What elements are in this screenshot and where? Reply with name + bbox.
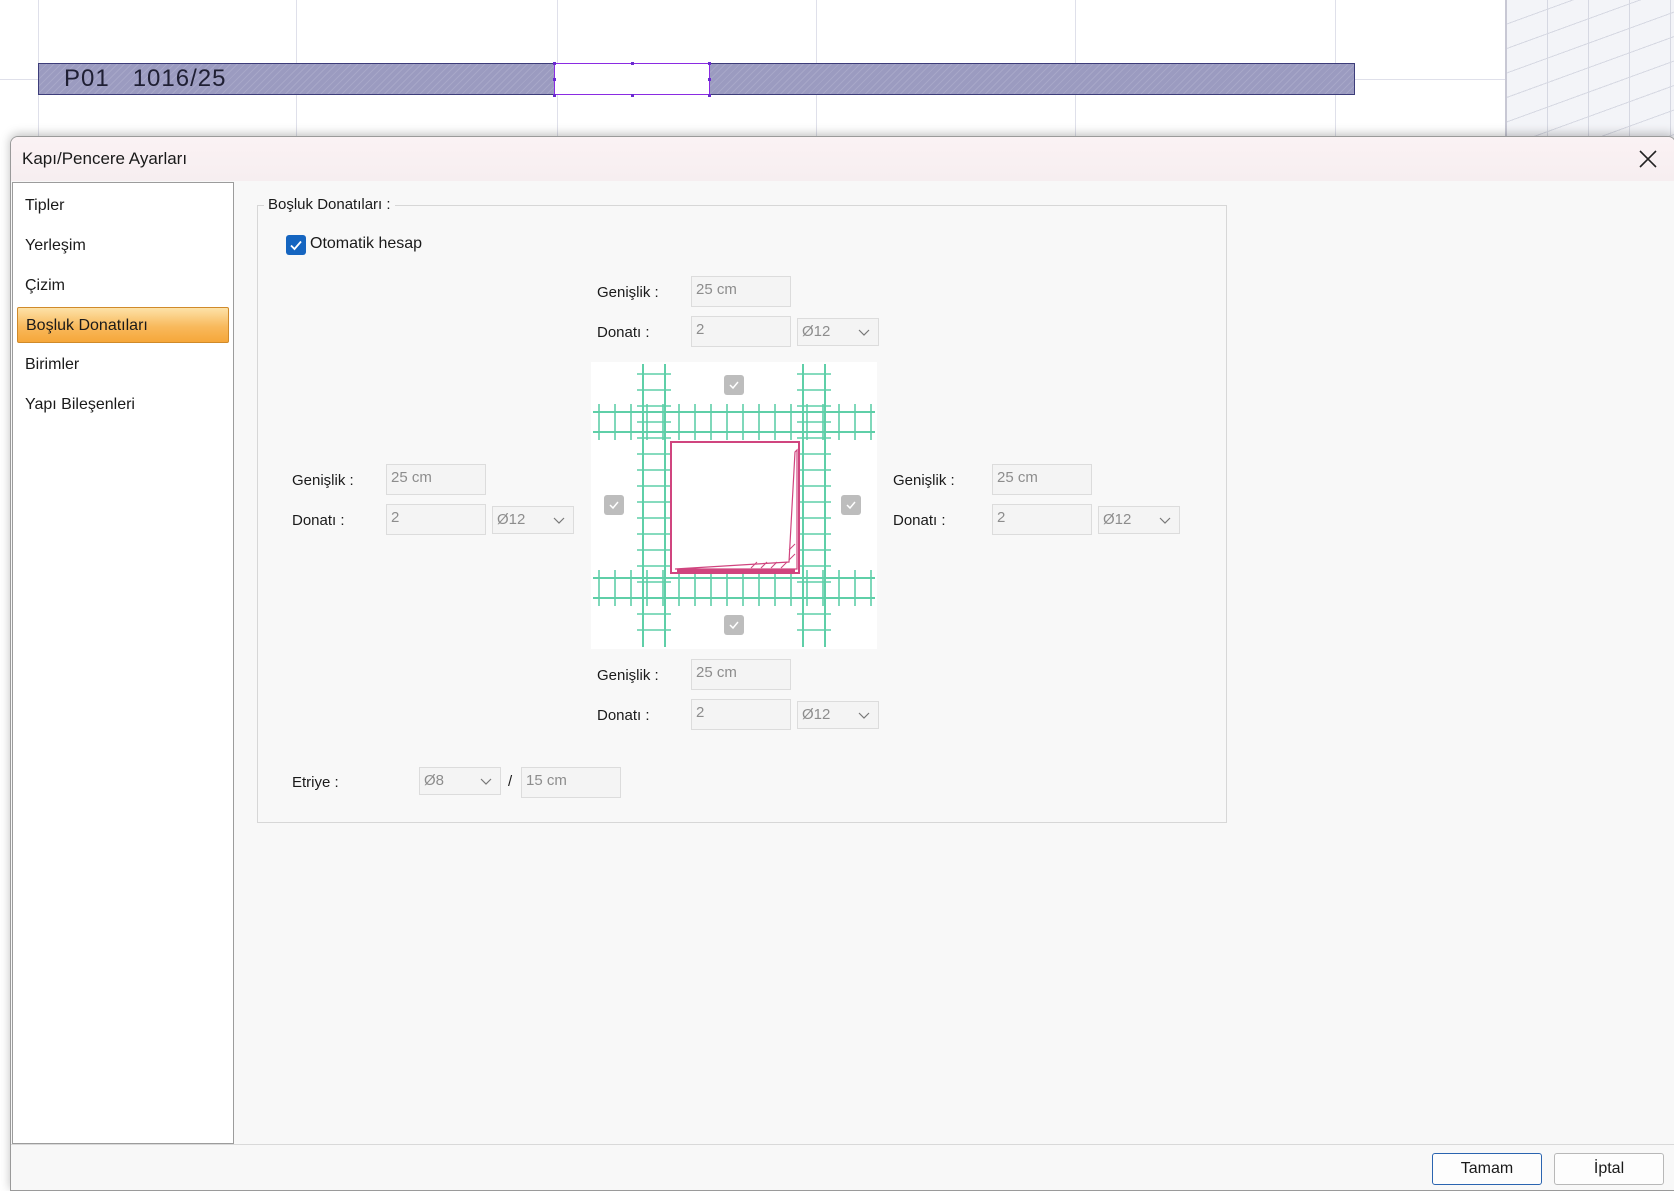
top-bar-label: Donatı :	[597, 324, 650, 341]
top-bar-diameter-value: Ø12	[802, 323, 831, 340]
top-bar-diameter-select[interactable]: Ø12	[797, 318, 879, 346]
right-rebar-toggle[interactable]	[841, 495, 861, 515]
nav-item-birimler[interactable]: Birimler	[17, 347, 229, 383]
bottom-rebar-toggle[interactable]	[724, 615, 744, 635]
check-icon	[846, 501, 856, 510]
footer-divider	[11, 1144, 1674, 1145]
selection-grip[interactable]	[553, 62, 556, 65]
bottom-bar-diameter-select[interactable]: Ø12	[797, 701, 879, 729]
nav-item-cizim[interactable]: Çizim	[17, 268, 229, 304]
right-width-field[interactable]: 25 cm	[992, 464, 1092, 495]
door-window-settings-dialog: Kapı/Pencere Ayarları Tipler Yerleşim Çi…	[10, 136, 1674, 1191]
selection-grip[interactable]	[708, 94, 711, 97]
opening-outline	[670, 441, 800, 574]
right-width-label: Genişlik :	[893, 472, 955, 489]
right-bar-count-field[interactable]: 2	[992, 504, 1092, 535]
left-width-field[interactable]: 25 cm	[386, 464, 486, 495]
left-bar-diameter-value: Ø12	[497, 511, 526, 528]
bottom-bar-label: Donatı :	[597, 707, 650, 724]
chevron-down-icon	[1159, 517, 1171, 524]
close-button[interactable]	[1635, 146, 1661, 172]
wall-label: P01 1016/25	[64, 65, 227, 92]
chevron-down-icon	[858, 329, 870, 336]
bottom-width-field[interactable]: 25 cm	[691, 659, 791, 690]
stirrup-spacing-field[interactable]: 15 cm	[521, 767, 621, 798]
right-bar-label: Donatı :	[893, 512, 946, 529]
selection-grip[interactable]	[631, 62, 634, 65]
top-rebar-toggle[interactable]	[724, 375, 744, 395]
selection-grip[interactable]	[708, 62, 711, 65]
cancel-button[interactable]: İptal	[1554, 1153, 1664, 1185]
left-rebar-toggle[interactable]	[604, 495, 624, 515]
settings-nav: Tipler Yerleşim Çizim Boşluk Donatıları …	[12, 182, 234, 1144]
selected-opening[interactable]	[554, 63, 710, 95]
bottom-bar-diameter-value: Ø12	[802, 706, 831, 723]
close-icon	[1639, 150, 1657, 168]
reinforcement-diagram	[591, 362, 877, 649]
stirrup-diameter-value: Ø8	[424, 772, 445, 789]
3d-view-panel[interactable]	[1505, 0, 1674, 140]
check-icon	[729, 621, 739, 630]
bottom-bar-count-field[interactable]: 2	[691, 699, 791, 730]
check-icon	[729, 381, 739, 390]
auto-calc-checkbox[interactable]	[286, 235, 306, 255]
chevron-down-icon	[858, 712, 870, 719]
selection-grip[interactable]	[708, 78, 711, 81]
right-bar-diameter-value: Ø12	[1103, 511, 1132, 528]
stirrup-diameter-select[interactable]: Ø8	[419, 767, 501, 795]
rebar-drawing	[593, 364, 875, 647]
bottom-width-label: Genişlik :	[597, 667, 659, 684]
selection-grip[interactable]	[631, 94, 634, 97]
top-width-field[interactable]: 25 cm	[691, 276, 791, 307]
nav-item-yapi-bilesenleri[interactable]: Yapı Bileşenleri	[17, 387, 229, 423]
left-bar-count-field[interactable]: 2	[386, 504, 486, 535]
chevron-down-icon	[480, 778, 492, 785]
right-bar-diameter-select[interactable]: Ø12	[1098, 506, 1180, 534]
stirrup-separator: /	[508, 773, 513, 790]
nav-item-yerlesim[interactable]: Yerleşim	[17, 228, 229, 264]
ok-button[interactable]: Tamam	[1432, 1153, 1542, 1185]
top-width-label: Genişlik :	[597, 284, 659, 301]
stirrup-label: Etriye :	[292, 774, 339, 791]
check-icon	[609, 501, 619, 510]
auto-calc-label: Otomatik hesap	[310, 235, 423, 252]
top-bar-count-field[interactable]: 2	[691, 316, 791, 347]
left-bar-diameter-select[interactable]: Ø12	[492, 506, 574, 534]
chevron-down-icon	[553, 517, 565, 524]
left-width-label: Genişlik :	[292, 472, 354, 489]
nav-item-bosluk-donatilari[interactable]: Boşluk Donatıları	[17, 307, 229, 343]
selection-grip[interactable]	[553, 94, 556, 97]
check-icon	[290, 240, 302, 251]
dialog-titlebar[interactable]: Kapı/Pencere Ayarları	[11, 137, 1674, 181]
selection-grip[interactable]	[553, 78, 556, 81]
nav-item-tipler[interactable]: Tipler	[17, 188, 229, 224]
group-title: Boşluk Donatıları :	[264, 196, 395, 213]
cad-canvas[interactable]: P01 1016/25	[0, 0, 1674, 140]
left-bar-label: Donatı :	[292, 512, 345, 529]
dialog-title: Kapı/Pencere Ayarları	[22, 149, 188, 168]
